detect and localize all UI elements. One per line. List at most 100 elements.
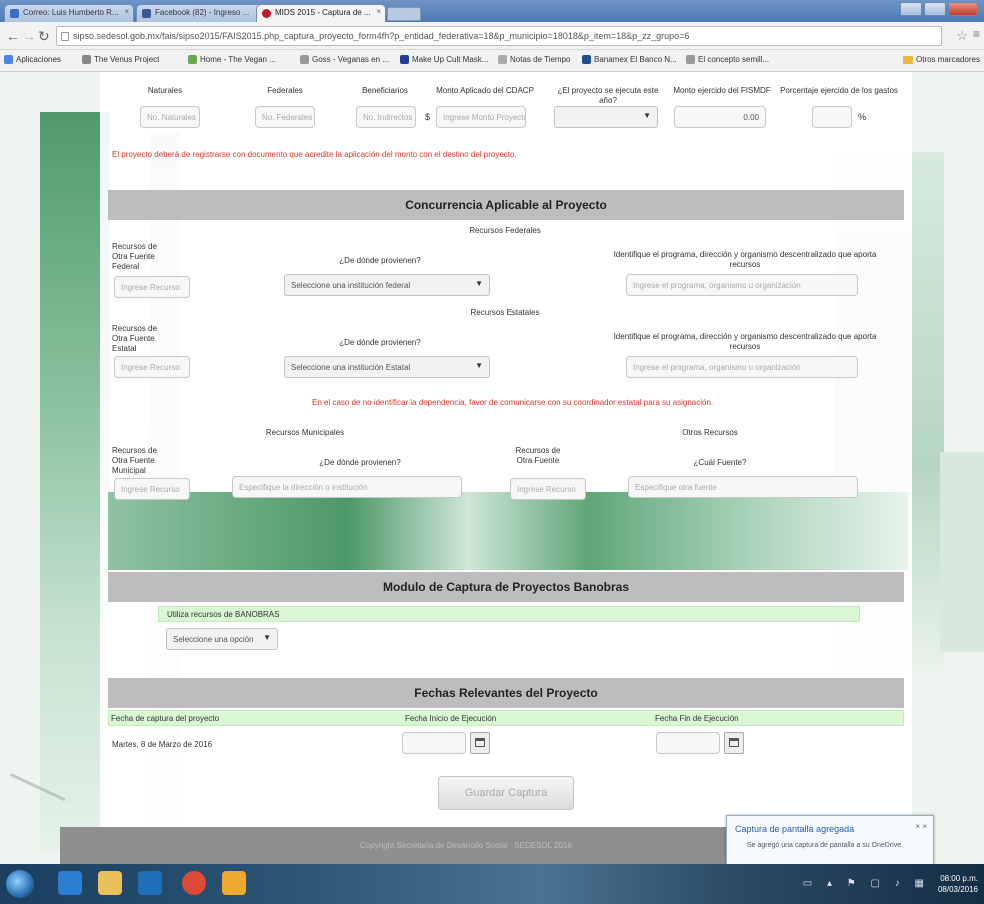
other-bookmarks[interactable]: Otros marcadores	[902, 55, 980, 64]
end-date-input[interactable]	[656, 732, 720, 754]
minimize-button[interactable]	[900, 2, 922, 16]
column-header: Fecha Inicio de Ejecución	[405, 714, 497, 723]
column-header: Fecha Fin de Ejecución	[655, 714, 739, 723]
window-controls	[900, 2, 978, 16]
state-program-input[interactable]: Ingrese el programa, organismo u organiz…	[626, 356, 858, 378]
bookmark-item[interactable]: Aplicaciones	[4, 55, 61, 64]
executed-this-year-select[interactable]: ▼	[554, 106, 658, 128]
maximize-button[interactable]	[924, 2, 946, 16]
bookmark-page-icon	[300, 55, 309, 64]
state-amount-input[interactable]: Ingrese Recurso	[114, 356, 190, 378]
column-header: Fecha de captura del proyecto	[111, 714, 220, 723]
percent-input[interactable]	[812, 106, 852, 128]
federal-institution-select[interactable]: Seleccione una institución federal ▼	[284, 274, 490, 296]
close-icon[interactable]: × ×	[915, 822, 927, 831]
municipal-source-label: Recursos de Otra Fuente Municipal	[112, 446, 157, 475]
browser-tab[interactable]: Correo: Luis Humberto R... ×	[4, 4, 134, 22]
bookmark-page-icon	[188, 55, 197, 64]
back-arrow-icon[interactable]: ←	[6, 28, 20, 44]
bookmark-item[interactable]: El concepto semill...	[686, 55, 769, 64]
close-icon[interactable]: ×	[124, 7, 129, 16]
warning-text: En el caso de no identificar la dependen…	[312, 398, 714, 407]
bookmark-item[interactable]: Banamex El Banco N...	[582, 55, 677, 64]
system-tray[interactable]: ▭ ▴ ⚑ ▢ ♪ ▦	[803, 878, 930, 889]
field-label: Federales	[267, 86, 303, 95]
other-resources-title: Otros Recursos	[682, 428, 738, 437]
federal-source-label: Recursos de Otra Fuente Federal	[112, 242, 157, 271]
field-label: Monto ejercido del FISMDF	[673, 86, 771, 95]
municipal-question-label: ¿De dónde provienen?	[319, 458, 401, 467]
currency-symbol: $	[425, 112, 431, 122]
banobras-question-row: Utiliza recursos de BANOBRAS	[158, 606, 860, 622]
outlook-icon[interactable]	[138, 871, 162, 895]
federal-amount-input[interactable]: Ingrese Recurso	[114, 276, 190, 298]
internet-explorer-icon[interactable]	[58, 871, 82, 895]
field-label: Monto Aplicado del CDACP	[436, 86, 534, 95]
taskbar: ▭ ▴ ⚑ ▢ ♪ ▦ 08:00 p.m. 08/03/2016	[0, 864, 984, 904]
clock-date: 08/03/2016	[937, 885, 978, 894]
project-amount-input[interactable]: Ingrese Monto Proyecto	[436, 106, 526, 128]
browser-tab-bar: Correo: Luis Humberto R... × Facebook (8…	[0, 0, 984, 22]
calendar-icon[interactable]	[470, 732, 490, 754]
start-date-input[interactable]	[402, 732, 466, 754]
forward-arrow-icon[interactable]: →	[22, 28, 36, 44]
other-source-input[interactable]: Especifique otra fuente	[628, 476, 858, 498]
chrome-icon[interactable]	[182, 871, 206, 895]
bookmark-page-icon	[82, 55, 91, 64]
banobras-select[interactable]: Seleccione una opción ▼	[166, 628, 278, 650]
field-label: Porcentaje ejercido de los gastos	[780, 86, 898, 95]
start-button[interactable]	[6, 870, 34, 898]
footer-text: Copyright Secretaría de Desarrollo Socia…	[360, 841, 572, 850]
state-source-label: Recursos de Otra Fuente Estatal	[112, 324, 157, 353]
fismdf-amount-input[interactable]: 0.00	[674, 106, 766, 128]
field-label: ¿El proyecto se ejecuta este año?	[557, 86, 659, 105]
state-question-label: ¿De dónde provienen?	[339, 338, 421, 347]
beneficiaries-natural-input[interactable]: No. Naturales	[140, 106, 200, 128]
banobras-question-label: Utiliza recursos de BANOBRAS	[167, 610, 280, 619]
background-decoration	[940, 452, 984, 652]
bookmark-star-icon[interactable]: ☆	[956, 28, 968, 44]
municipal-institution-input[interactable]: Especifique la dirección o institución	[232, 476, 462, 498]
state-institution-select[interactable]: Seleccione una institución Estatal ▼	[284, 356, 490, 378]
bookmark-item[interactable]: Make Up Cult Mask...	[400, 55, 488, 64]
bookmark-item[interactable]: Notas de Tiempo	[498, 55, 570, 64]
calendar-icon[interactable]	[724, 732, 744, 754]
new-tab-button[interactable]	[387, 7, 421, 21]
bookmarks-bar: Aplicaciones The Venus Project Home - Th…	[0, 50, 984, 72]
beneficiaries-indirect-input[interactable]: No. Indirectos	[356, 106, 416, 128]
capture-date: Martes, 8 de Marzo de 2016	[112, 740, 213, 749]
taskbar-clock[interactable]: 08:00 p.m. 08/03/2016	[938, 873, 978, 895]
federal-program-input[interactable]: Ingrese el programa, organismo u organiz…	[626, 274, 858, 296]
close-icon[interactable]: ×	[376, 7, 381, 16]
browser-tab[interactable]: Facebook (82) - Ingreso ... ×	[136, 4, 266, 22]
save-capture-button[interactable]: Guardar Captura	[438, 776, 574, 810]
bookmark-item[interactable]: The Venus Project	[82, 55, 159, 64]
browser-toolbar: ← → ↻ sipso.sedesol.gob.mx/fais/sipso201…	[0, 22, 984, 50]
tab-title: Correo: Luis Humberto R...	[23, 8, 119, 17]
notification-title: Captura de pantalla agregada	[735, 824, 855, 834]
state-identify-label: Identifique el programa, dirección y org…	[613, 332, 877, 351]
municipal-amount-input[interactable]: Ingrese Recurso	[114, 478, 190, 500]
file-explorer-icon[interactable]	[98, 871, 122, 895]
site-favicon-icon	[262, 9, 271, 18]
chevron-down-icon: ▼	[643, 111, 651, 120]
beneficiaries-federal-input[interactable]: No. Federales	[255, 106, 315, 128]
section-header-banobras: Modulo de Captura de Proyectos Banobras	[108, 572, 904, 602]
chevron-down-icon: ▼	[475, 279, 483, 288]
menu-icon[interactable]: ≡	[973, 27, 980, 41]
warning-text: El proyecto deberá de registrarse con do…	[112, 150, 517, 159]
tab-title: Facebook (82) - Ingreso ...	[155, 8, 250, 17]
window-close-button[interactable]	[948, 2, 978, 16]
bookmark-page-icon	[498, 55, 507, 64]
bookmark-item[interactable]: Home - The Vegan ...	[188, 55, 276, 64]
other-amount-input[interactable]: Ingrese Recurso	[510, 478, 586, 500]
reload-icon[interactable]: ↻	[38, 28, 50, 45]
field-label: Beneficiarios	[362, 86, 408, 95]
screenshot-notification[interactable]: Captura de pantalla agregada Se agregó u…	[726, 815, 934, 865]
url-text: sipso.sedesol.gob.mx/fais/sipso2015/FAIS…	[73, 31, 690, 41]
app-icon[interactable]	[222, 871, 246, 895]
address-bar[interactable]: sipso.sedesol.gob.mx/fais/sipso2015/FAIS…	[56, 26, 942, 46]
bookmark-item[interactable]: Goss - Veganas en ...	[300, 55, 389, 64]
browser-tab-active[interactable]: MIDS 2015 - Captura de ... ×	[256, 4, 386, 22]
section-header-concurrencia: Concurrencia Aplicable al Proyecto	[108, 190, 904, 220]
